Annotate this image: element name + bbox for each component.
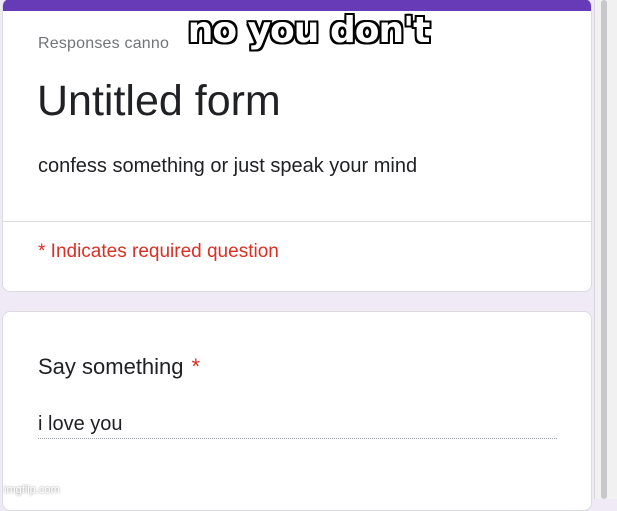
answer-value: i love you [38, 413, 123, 435]
scrollbar-thumb[interactable] [601, 0, 607, 499]
question-card: Say something * i love you [2, 311, 592, 511]
required-asterisk: * [191, 354, 201, 379]
header-divider [3, 221, 591, 222]
page-scrollbar[interactable] [594, 0, 617, 499]
question-title: Say something [38, 354, 184, 379]
imgflip-watermark: imgflip.com [4, 484, 60, 496]
question-title-row: Say something * [38, 354, 200, 380]
form-title: Untitled form [37, 77, 281, 125]
form-description: confess something or just speak your min… [38, 155, 418, 177]
required-question-note: * Indicates required question [38, 241, 279, 262]
meme-caption: no you don't [187, 10, 431, 51]
answer-input[interactable]: i love you [38, 410, 557, 439]
